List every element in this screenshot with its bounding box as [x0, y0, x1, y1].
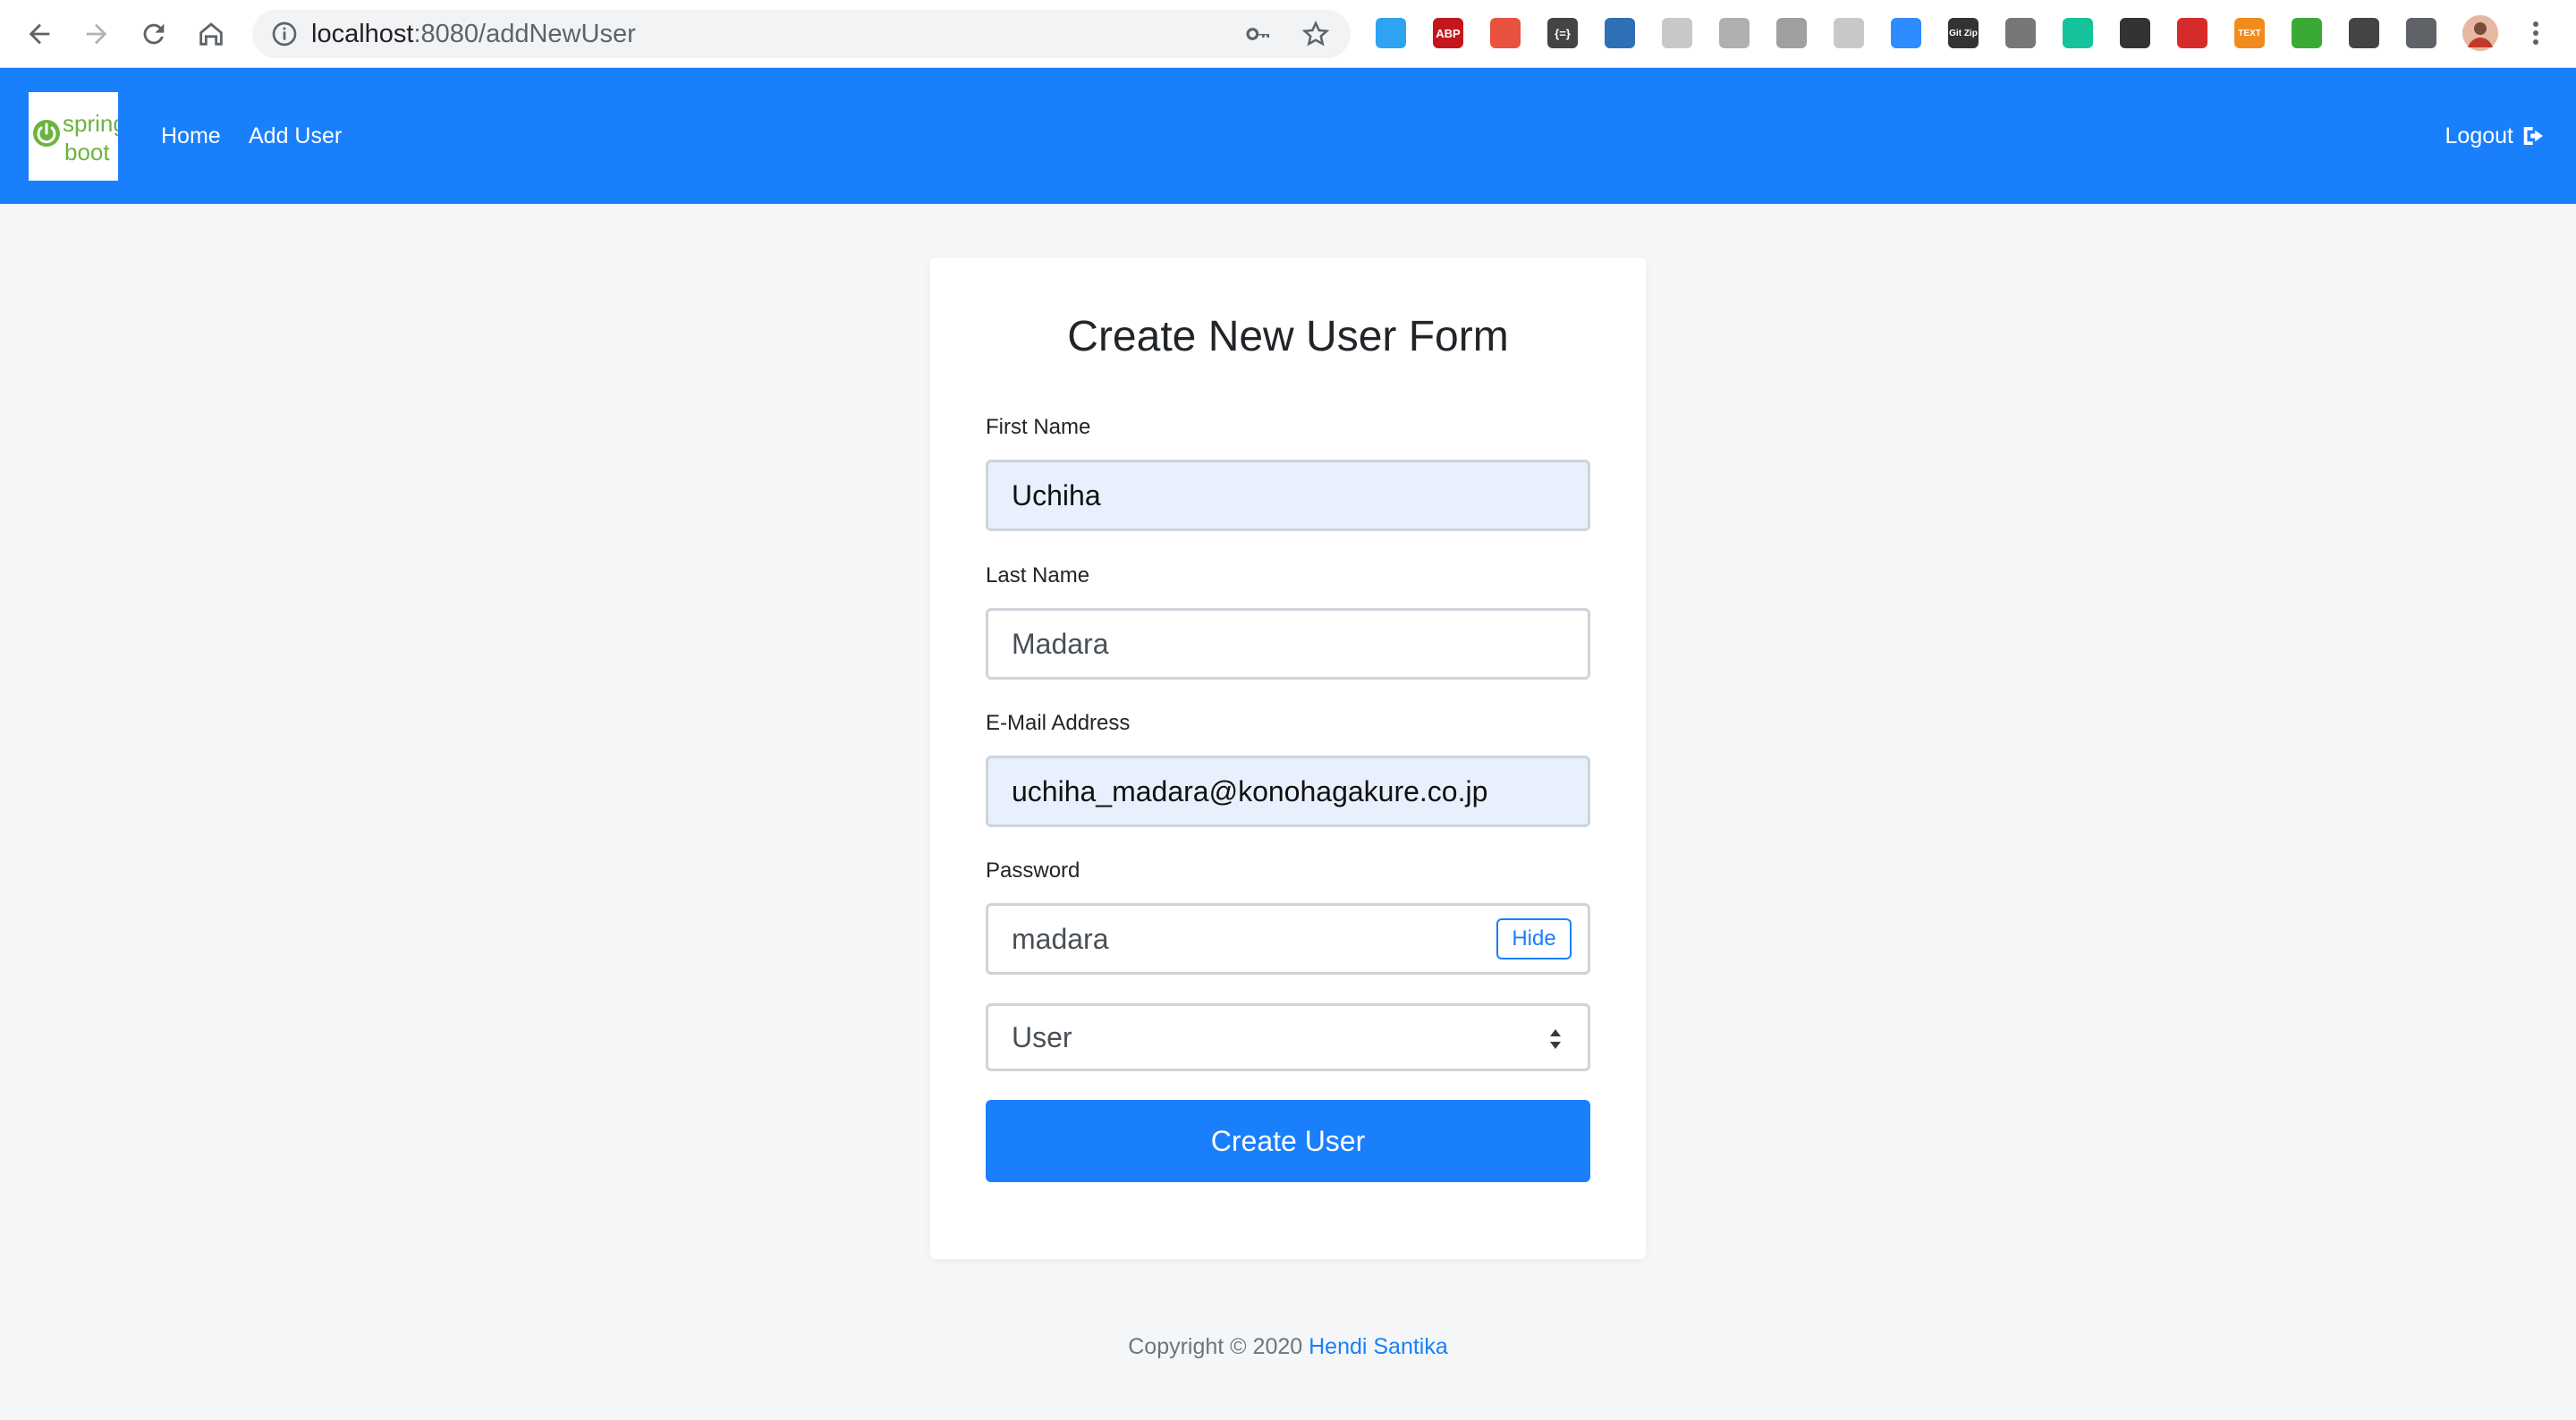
adblock-plus-icon[interactable]: ABP — [1433, 18, 1463, 48]
spring-boot-logo-icon: spring boot — [33, 110, 126, 165]
chat-icon[interactable] — [1719, 18, 1750, 48]
author-link[interactable]: Hendi Santika — [1309, 1334, 1448, 1359]
refresh-circle-icon[interactable] — [2120, 18, 2150, 48]
grammarly-icon[interactable] — [2063, 18, 2093, 48]
browser-menu-button[interactable] — [2522, 18, 2549, 48]
kebab-menu-icon — [2533, 21, 2538, 45]
reload-icon — [143, 23, 165, 45]
logout-label: Logout — [2445, 123, 2513, 148]
nav-home-link[interactable]: Home — [161, 118, 221, 154]
screenshot-icon[interactable] — [2005, 18, 2036, 48]
nav-add-user-link[interactable]: Add User — [249, 118, 342, 154]
text-icon[interactable]: TEXT — [2234, 18, 2265, 48]
create-user-button[interactable]: Create User — [986, 1100, 1590, 1182]
arrow-right-icon — [86, 23, 107, 45]
last-name-input[interactable]: Madara — [986, 608, 1590, 680]
logout-button[interactable]: Logout — [2445, 118, 2547, 154]
avatar-icon — [2462, 15, 2498, 51]
role-selected-value: User — [1012, 1021, 1072, 1053]
hide-password-button[interactable]: Hide — [1496, 918, 1572, 959]
svg-text:boot: boot — [64, 139, 110, 165]
arrow-left-icon — [29, 23, 50, 45]
email-input[interactable]: uchiha_madara@konohagakure.co.jp — [986, 756, 1590, 827]
tab-manager-icon[interactable] — [1376, 18, 1406, 48]
react-devtools-icon[interactable] — [1834, 18, 1864, 48]
role-select[interactable]: User — [986, 1003, 1590, 1071]
url-text: localhost:8080/addNewUser — [311, 20, 636, 48]
back-button[interactable] — [18, 13, 61, 55]
puzzle-gear-icon[interactable] — [2292, 18, 2322, 48]
sign-out-icon — [2523, 127, 2543, 145]
gitzip-icon[interactable]: Git Zip — [1948, 18, 1979, 48]
browser-toolbar: localhost:8080/addNewUser ABP {=} Git Zip T… — [0, 0, 2576, 68]
info-icon — [272, 21, 297, 46]
create-user-card: Create New User Form First Name Uchiha L… — [930, 258, 1646, 1259]
reload-button[interactable] — [132, 13, 175, 55]
copyright-text: Copyright © 2020 — [1128, 1334, 1303, 1359]
password-value: madara — [1012, 923, 1109, 955]
s-logo-icon[interactable] — [1605, 18, 1635, 48]
vue-devtools-icon[interactable] — [1776, 18, 1807, 48]
zoom-icon[interactable] — [1891, 18, 1921, 48]
sitemap-icon[interactable] — [1490, 18, 1521, 48]
first-name-input[interactable]: Uchiha — [986, 460, 1590, 531]
red-circle-icon[interactable] — [2177, 18, 2207, 48]
first-name-label: First Name — [986, 415, 1091, 439]
password-label: Password — [986, 858, 1080, 883]
select-arrows-icon — [1550, 1029, 1561, 1049]
app-navbar: spring boot Home Add User Logout — [0, 68, 2576, 204]
bookmark-icon[interactable] — [1662, 18, 1692, 48]
shield-u-icon[interactable] — [2349, 18, 2379, 48]
key-icon[interactable] — [1243, 20, 1274, 48]
json-formatter-icon[interactable]: {=} — [1547, 18, 1578, 48]
bookmark-star-icon[interactable] — [1301, 19, 1331, 49]
footer: Copyright © 2020 Hendi Santika — [0, 1331, 2576, 1363]
address-bar[interactable]: localhost:8080/addNewUser — [252, 10, 1351, 58]
spring-boot-logo[interactable]: spring boot — [29, 92, 126, 181]
password-field[interactable]: madara Hide — [986, 903, 1590, 975]
form-title: Create New User Form — [1067, 313, 1509, 360]
email-label: E-Mail Address — [986, 711, 1131, 735]
home-icon — [199, 22, 223, 46]
home-button[interactable] — [190, 13, 233, 55]
forward-button[interactable] — [75, 13, 118, 55]
last-name-label: Last Name — [986, 563, 1090, 587]
svg-text:spring: spring — [63, 110, 118, 137]
extensions-icon[interactable] — [2406, 18, 2436, 48]
profile-avatar[interactable] — [2462, 15, 2498, 51]
